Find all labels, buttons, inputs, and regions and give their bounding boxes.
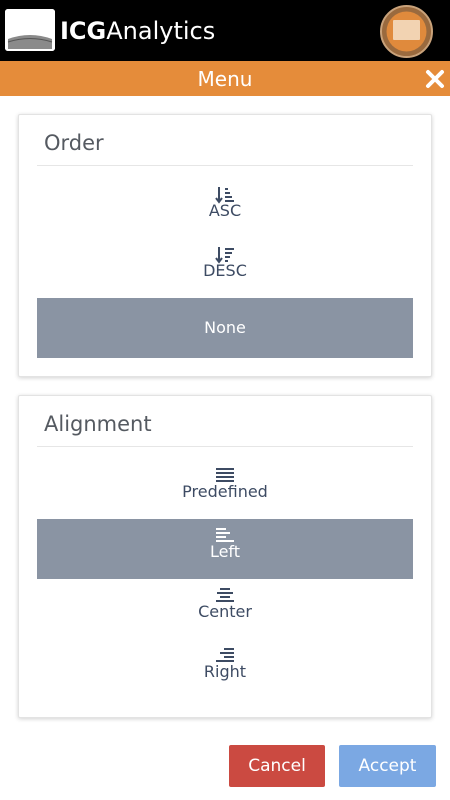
order-card: Order ASC DESC None bbox=[18, 114, 432, 377]
brand-bold: ICG bbox=[60, 17, 107, 45]
align-left-icon bbox=[37, 519, 413, 542]
icg-logo bbox=[5, 9, 55, 51]
close-icon[interactable] bbox=[425, 69, 445, 89]
app-header: ICGAnalytics bbox=[0, 0, 450, 61]
sort-descending-icon bbox=[37, 238, 413, 264]
brand-rest: Analytics bbox=[106, 17, 216, 45]
order-title: Order bbox=[44, 131, 104, 155]
alignment-title: Alignment bbox=[44, 412, 152, 436]
brand-name: ICGAnalytics bbox=[60, 15, 215, 47]
alignment-option-label: Right bbox=[203, 662, 247, 681]
alignment-card: Alignment Predefined Left Center Right bbox=[18, 395, 432, 718]
order-divider bbox=[37, 165, 413, 166]
menu-title: Menu bbox=[197, 67, 253, 91]
order-option-desc[interactable]: DESC bbox=[37, 238, 413, 298]
order-option-label: ASC bbox=[208, 201, 242, 220]
alignment-divider bbox=[37, 446, 413, 447]
order-option-none[interactable]: None bbox=[37, 298, 413, 358]
sort-ascending-icon bbox=[37, 178, 413, 204]
order-option-asc[interactable]: ASC bbox=[37, 178, 413, 238]
alignment-option-label: Center bbox=[198, 602, 252, 621]
cancel-button[interactable]: Cancel bbox=[229, 745, 325, 787]
align-center-icon bbox=[37, 579, 413, 602]
alignment-option-predefined[interactable]: Predefined bbox=[37, 459, 413, 519]
menu-bar: Menu bbox=[0, 61, 450, 96]
alignment-option-left[interactable]: Left bbox=[37, 519, 413, 579]
align-justify-icon bbox=[37, 459, 413, 482]
align-right-icon bbox=[37, 639, 413, 662]
accept-button[interactable]: Accept bbox=[339, 745, 436, 787]
alignment-option-label: Predefined bbox=[182, 482, 268, 501]
alignment-option-right[interactable]: Right bbox=[37, 639, 413, 699]
alignment-option-center[interactable]: Center bbox=[37, 579, 413, 639]
order-option-label: DESC bbox=[203, 261, 247, 280]
alignment-option-label: Left bbox=[209, 542, 241, 561]
analytics-badge-logo bbox=[380, 5, 433, 58]
order-option-label: None bbox=[204, 318, 246, 337]
